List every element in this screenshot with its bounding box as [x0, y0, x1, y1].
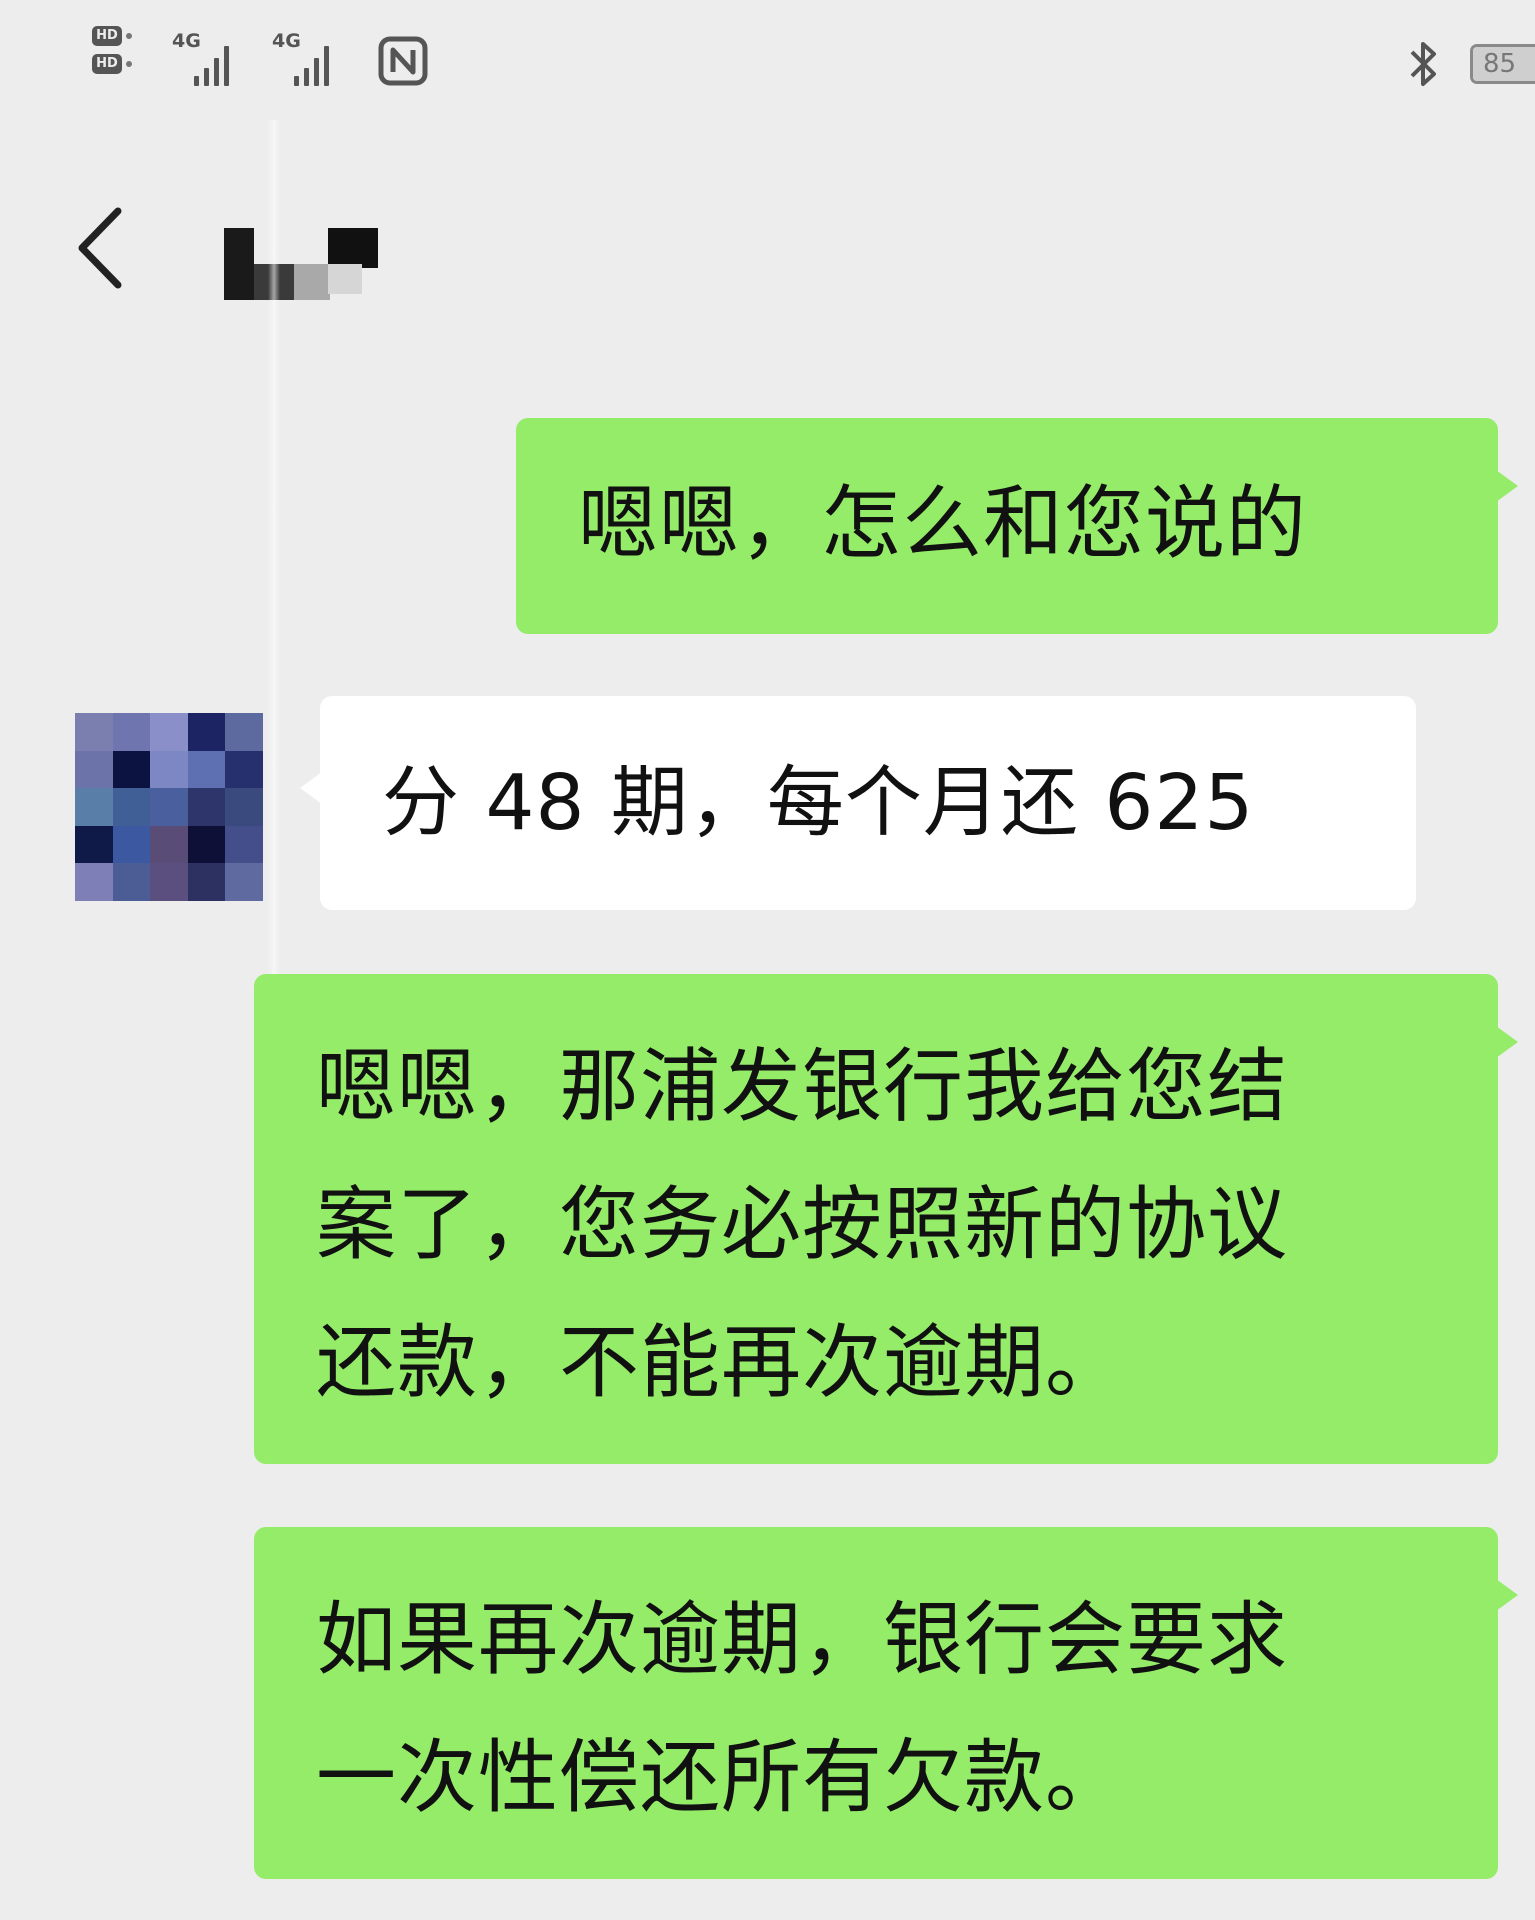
- message-bubble-outgoing[interactable]: 嗯嗯，怎么和您说的: [516, 418, 1518, 634]
- message-text: 嗯嗯，怎么和您说的: [578, 477, 1307, 570]
- hd-badge: HD: [92, 26, 132, 46]
- message-text: 如果再次逾期，银行会要求 一次性偿还所有欠款。: [316, 1593, 1288, 1824]
- hd-badge: HD: [92, 54, 132, 74]
- message-text: 嗯嗯，那浦发银行我给您结 案了，您务必按照新的协议 还款，不能再次逾期。: [316, 1040, 1288, 1409]
- message-text: 分 48 期，每个月还 625: [382, 759, 1255, 848]
- chevron-left-icon[interactable]: [70, 205, 130, 291]
- status-bar: HD HD 4G 4G 85: [0, 0, 1535, 130]
- bluetooth-icon: [1410, 42, 1436, 86]
- screenshot-artifact: [268, 120, 280, 1080]
- sim-indicators: HD HD: [92, 26, 132, 74]
- avatar[interactable]: [75, 713, 263, 901]
- contact-name-redacted: [224, 224, 380, 302]
- battery-icon: 85: [1470, 44, 1535, 84]
- message-bubble-outgoing[interactable]: 嗯嗯，那浦发银行我给您结 案了，您务必按照新的协议 还款，不能再次逾期。: [254, 974, 1518, 1464]
- message-bubble-outgoing[interactable]: 如果再次逾期，银行会要求 一次性偿还所有欠款。: [254, 1527, 1518, 1879]
- message-bubble-incoming[interactable]: 分 48 期，每个月还 625: [300, 696, 1416, 910]
- battery-percent: 85: [1483, 49, 1517, 79]
- nfc-icon: [378, 36, 428, 86]
